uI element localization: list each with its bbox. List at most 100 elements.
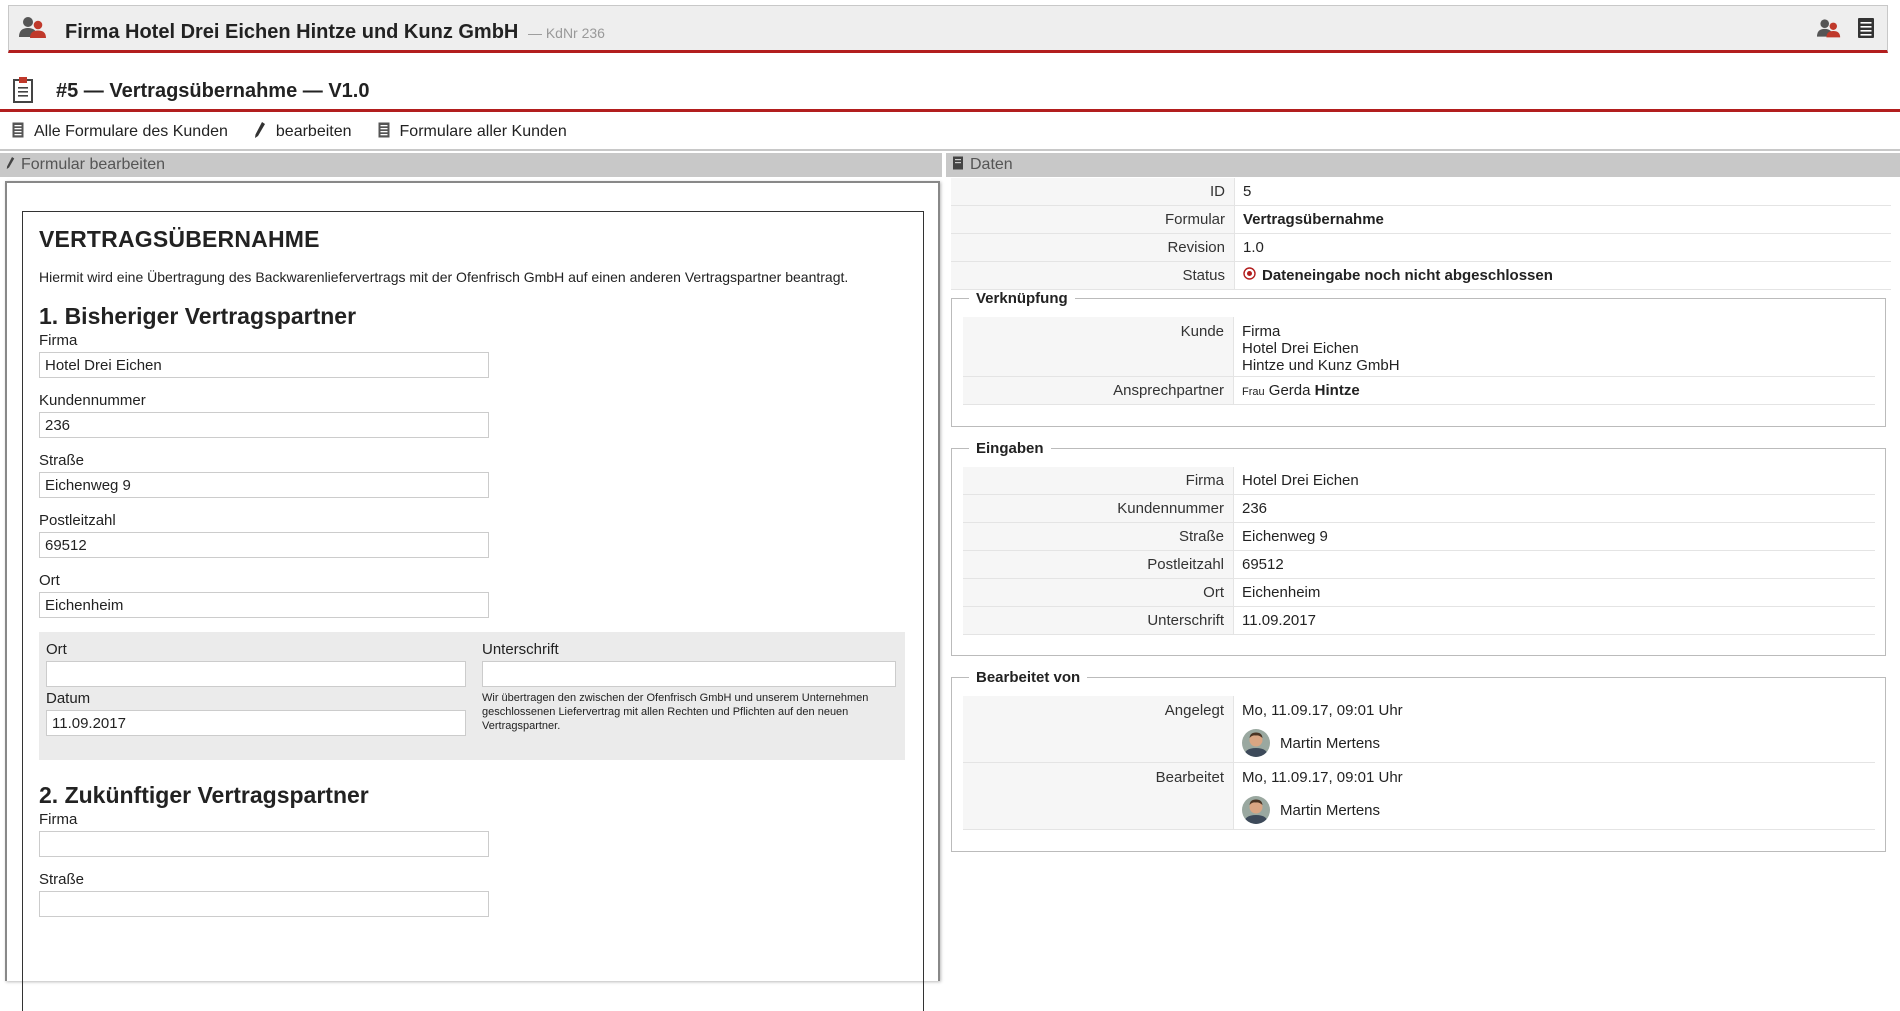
form-heading: VERTRAGSÜBERNAHME <box>39 226 320 252</box>
signature-input[interactable] <box>482 661 896 687</box>
field-label: Straße <box>39 452 85 469</box>
data-panel-header: Daten <box>946 153 1900 177</box>
field-label: Firma <box>39 332 78 349</box>
document-icon <box>12 122 24 143</box>
ansprechpartner-label: Ansprechpartner <box>963 377 1234 404</box>
form-intro: Hiermit wird eine Übertragung des Backwa… <box>39 269 849 285</box>
sign-ort-label: Ort <box>46 641 67 658</box>
angelegt-label: Angelegt <box>963 696 1234 762</box>
bearbeitet-von-group: Bearbeitet von Angelegt Mo, 11.09.17, 09… <box>951 669 1886 852</box>
clipboard-icon <box>12 76 34 108</box>
customer-title: Firma Hotel Drei Eichen Hintze und Kunz … <box>65 21 605 44</box>
user-entry[interactable]: Martin Mertens <box>1242 796 1403 824</box>
firma-new-input[interactable] <box>39 831 489 857</box>
form-frame: VERTRAGSÜBERNAHME Hiermit wird eine Über… <box>5 181 940 1011</box>
edit-form-panel-title: Formular bearbeiten <box>21 156 166 173</box>
data-formular-value: Vertragsübernahme <box>1243 211 1384 228</box>
document-icon <box>378 122 390 143</box>
verknuepfung-legend: Verknüpfung <box>976 290 1068 307</box>
vorname: Gerda <box>1268 382 1311 399</box>
kunde-line: Hotel Drei Eichen <box>1242 340 1359 357</box>
eingabe-row: Ort Eichenheim <box>963 579 1875 607</box>
field-firma-new: Firma <box>39 811 907 857</box>
field-kundennummer: Kundennummer 236 <box>39 392 907 438</box>
data-row-id: ID 5 <box>951 178 1891 206</box>
angelegt-value: Mo, 11.09.17, 09:01 Uhr Martin Mertens <box>1234 696 1403 762</box>
bearbeitet-date: Mo, 11.09.17, 09:01 Uhr <box>1242 769 1403 786</box>
firma-input[interactable]: Hotel Drei Eichen <box>39 352 489 378</box>
eingabe-value: 236 <box>1242 500 1268 517</box>
eingabe-row: Postleitzahl 69512 <box>963 551 1875 579</box>
form-document: VERTRAGSÜBERNAHME Hiermit wird eine Über… <box>22 211 924 1011</box>
postleitzahl-input[interactable]: 69512 <box>39 532 489 558</box>
eingabe-value: Eichenheim <box>1242 584 1321 601</box>
ansprechpartner-row: Ansprechpartner Frau Gerda Hintze <box>963 377 1875 405</box>
people-icon <box>19 16 47 42</box>
avatar <box>1242 796 1270 824</box>
kunde-line: Hintze und Kunz GmbH <box>1242 357 1400 374</box>
bearbeitet-label: Bearbeitet <box>963 763 1234 829</box>
eingabe-label: Ort <box>963 579 1234 606</box>
data-revision-value: 1.0 <box>1243 239 1264 256</box>
book-icon <box>952 156 964 175</box>
data-row-status: Status Dateneingabe noch nicht abgeschlo… <box>951 262 1891 290</box>
kunde-line: Firma <box>1242 323 1281 340</box>
all-forms-customer-label: Alle Formulare des Kunden <box>34 123 228 140</box>
kundennummer-input[interactable]: 236 <box>39 412 489 438</box>
field-ort: Ort Eichenheim <box>39 572 907 618</box>
customer-number: — KdNr 236 <box>527 25 605 41</box>
bearbeitet-value: Mo, 11.09.17, 09:01 Uhr Martin Mertens <box>1234 763 1403 829</box>
eingabe-row: Straße Eichenweg 9 <box>963 523 1875 551</box>
toolbar: Alle Formulare des Kunden bearbeiten For… <box>0 115 1900 151</box>
sign-ort-input[interactable] <box>46 661 466 687</box>
user-name: Martin Mertens <box>1280 734 1381 752</box>
eingabe-label: Unterschrift <box>963 607 1234 634</box>
strasse-input[interactable]: Eichenweg 9 <box>39 472 489 498</box>
forms-all-customers-link[interactable]: Formulare aller Kunden <box>378 122 567 143</box>
field-label: Firma <box>39 811 78 828</box>
field-label: Straße <box>39 871 85 888</box>
eingabe-row: Unterschrift 11.09.2017 <box>963 607 1875 635</box>
field-strasse-new: Straße <box>39 871 907 917</box>
eingabe-row: Kundennummer 236 <box>963 495 1875 523</box>
eingabe-label: Postleitzahl <box>963 551 1234 578</box>
data-panel-title: Daten <box>970 156 1013 173</box>
avatar <box>1242 729 1270 757</box>
data-label: Revision <box>951 234 1235 261</box>
bearbeitet-row: Bearbeitet Mo, 11.09.17, 09:01 Uhr Marti… <box>963 763 1875 830</box>
nachname: Hintze <box>1314 382 1360 399</box>
all-forms-customer-link[interactable]: Alle Formulare des Kunden <box>12 122 228 143</box>
field-strasse: Straße Eichenweg 9 <box>39 452 907 498</box>
document-list-icon[interactable] <box>1857 17 1875 43</box>
kunde-label: Kunde <box>963 317 1234 376</box>
field-label: Ort <box>39 572 60 589</box>
anrede: Frau <box>1242 386 1265 398</box>
field-firma: Firma Hotel Drei Eichen <box>39 332 907 378</box>
data-status-value: Dateneingabe noch nicht abgeschlossen <box>1235 262 1553 289</box>
ansprechpartner-value[interactable]: Frau Gerda Hintze <box>1234 377 1360 404</box>
eingabe-value: Hotel Drei Eichen <box>1242 472 1359 489</box>
angelegt-date: Mo, 11.09.17, 09:01 Uhr <box>1242 702 1403 719</box>
edit-form-panel-header: Formular bearbeiten <box>0 153 942 177</box>
data-row-revision: Revision 1.0 <box>951 234 1891 262</box>
edit-link[interactable]: bearbeiten <box>254 121 352 144</box>
eingaben-group: Eingaben Firma Hotel Drei Eichen Kundennu… <box>951 440 1886 656</box>
field-label: Postleitzahl <box>39 512 116 529</box>
data-id-value: 5 <box>1243 183 1252 200</box>
eingabe-label: Firma <box>963 467 1234 494</box>
strasse-new-input[interactable] <box>39 891 489 917</box>
signature-box: Ort Datum 11.09.2017 Unterschrift Wir üb… <box>39 632 905 760</box>
sign-unterschrift-label: Unterschrift <box>482 641 559 658</box>
pencil-icon <box>254 121 266 144</box>
ort-input[interactable]: Eichenheim <box>39 592 489 618</box>
user-name: Martin Mertens <box>1280 801 1381 819</box>
eingabe-value: 69512 <box>1242 556 1284 573</box>
kunde-row: Kunde Firma Hotel Drei Eichen Hintze und… <box>963 317 1875 377</box>
status-text: Dateneingabe noch nicht abgeschlossen <box>1262 267 1553 284</box>
contacts-icon[interactable] <box>1817 18 1841 42</box>
kunde-value[interactable]: Firma Hotel Drei Eichen Hintze und Kunz … <box>1234 317 1400 376</box>
angelegt-row: Angelegt Mo, 11.09.17, 09:01 Uhr Martin … <box>963 696 1875 763</box>
sign-datum-input[interactable]: 11.09.2017 <box>46 710 466 736</box>
user-entry[interactable]: Martin Mertens <box>1242 729 1403 757</box>
pencil-icon <box>6 156 15 175</box>
